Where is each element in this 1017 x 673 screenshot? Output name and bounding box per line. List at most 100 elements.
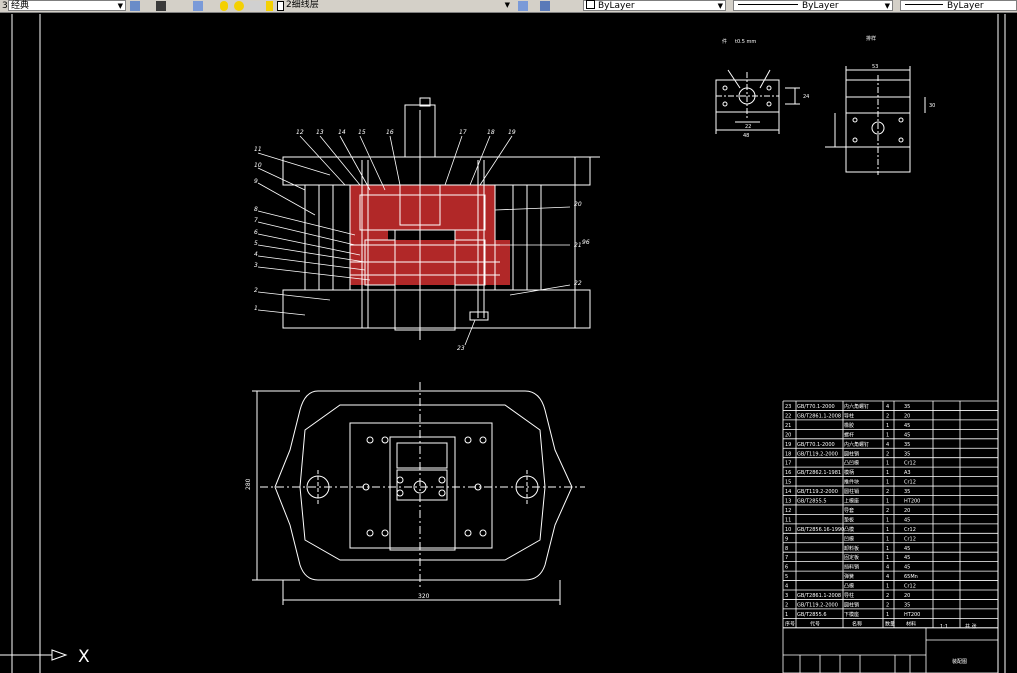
callout-4: 4: [254, 251, 258, 258]
bom-cell-std: GB/T70.1-2000: [797, 404, 835, 410]
make-current-icon[interactable]: [518, 1, 528, 11]
workspace-prefix: 3: [2, 1, 8, 11]
bom-cell-qty: 1: [886, 480, 889, 486]
bom-cell-qty: 2: [886, 602, 889, 608]
bom-header-name: 名称: [852, 620, 862, 627]
bom-cell-no: 14: [785, 489, 791, 495]
bom-cell-std: GB/T2861.1-2008: [797, 593, 841, 599]
lineweight-wrap: ByLayer: [905, 0, 984, 12]
bom-cell-mat: HT200: [904, 612, 920, 618]
bom-cell-qty: 1: [886, 527, 889, 533]
bom-cell-qty: 4: [886, 565, 889, 571]
dim-plan-height: 280: [245, 478, 252, 490]
bom-cell-qty: 2: [886, 593, 889, 599]
bom-header-no: 序号: [785, 620, 795, 627]
bom-cell-qty: 4: [886, 574, 889, 580]
bom-cell-mat: Cr12: [904, 584, 916, 590]
bom-cell-std: GB/T119.2-2000: [797, 602, 838, 608]
bom-cell-qty: 1: [886, 499, 889, 505]
layer-dropdown[interactable]: 2细线层 ▼: [284, 0, 512, 11]
bom-cell-no: 16: [785, 470, 791, 476]
bom-cell-name: 弹簧: [844, 573, 854, 580]
bom-cell-qty: 4: [886, 442, 889, 448]
bom-cell-std: GB/T2861.1-2008: [797, 413, 841, 419]
ucs-x-label: X: [78, 647, 90, 667]
bom-header-std: 代号: [810, 620, 820, 627]
bom-cell-name: 圆柱销: [844, 601, 859, 608]
bom-cell-qty: 2: [886, 489, 889, 495]
bom-cell-no: 5: [785, 574, 788, 580]
blank-layout: [825, 66, 926, 175]
bom-cell-no: 22: [785, 413, 791, 419]
bom-cell-qty: 1: [886, 612, 889, 618]
bom-cell-name: 内六角螺钉: [844, 441, 869, 448]
layer-previous-icon[interactable]: [540, 1, 550, 11]
bom-cell-qty: 1: [886, 423, 889, 429]
callout-3: 3: [254, 262, 258, 269]
bom-cell-mat: 35: [904, 404, 910, 410]
bom-cell-name: 导柱: [844, 412, 854, 419]
callout-14: 14: [338, 129, 346, 136]
bom-cell-no: 3: [785, 593, 788, 599]
bom-cell-no: 18: [785, 451, 791, 457]
bom-cell-no: 19: [785, 442, 791, 448]
bom-cell-name: 凸模: [844, 583, 854, 590]
bom-cell-name: 导套: [844, 507, 854, 514]
bom-header-qty: 数量: [885, 620, 895, 627]
workspace-dropdown[interactable]: 经典 ▼: [8, 0, 126, 11]
layer-manager-icon[interactable]: [193, 1, 203, 11]
chevron-down-icon: ▼: [717, 2, 723, 10]
title-scale: 1:1: [940, 624, 948, 630]
lock-open-icon[interactable]: [266, 1, 273, 11]
bom-cell-no: 15: [785, 480, 791, 486]
callout-8: 8: [254, 206, 258, 213]
lineweight-value: ByLayer: [947, 1, 984, 11]
bom-cell-no: 17: [785, 461, 791, 467]
callout-23: 23: [457, 345, 465, 352]
bom-cell-mat: 45: [904, 555, 910, 561]
bom-cell-qty: 4: [886, 404, 889, 410]
dim-blank-w: 53: [872, 64, 878, 70]
chevron-down-icon: ▼: [117, 2, 123, 10]
bom-cell-no: 20: [785, 432, 791, 438]
dim-part-w: 48: [743, 133, 749, 139]
bom-table: 23 GB/T70.1-2000 内六角螺钉 4 3522 GB/T2861.1-2008…: [782, 400, 999, 673]
linetype-wrap: ByLayer: [738, 0, 839, 12]
sun-freeze-icon[interactable]: [234, 1, 244, 11]
bom-cell-std: GB/T70.1-2000: [797, 442, 835, 448]
dim-part-h: 24: [803, 94, 809, 100]
bom-cell-no: 10: [785, 527, 791, 533]
bom-cell-std: GB/T119.2-2000: [797, 451, 838, 457]
color-swatch: [586, 0, 595, 9]
callout-7: 7: [254, 217, 258, 224]
callout-17: 17: [459, 129, 467, 136]
bom-cell-mat: 35: [904, 442, 910, 448]
bom-cell-qty: 2: [886, 451, 889, 457]
linetype-dropdown[interactable]: ByLayer ▼: [733, 0, 893, 11]
linetype-preview: [738, 4, 798, 5]
callout-11: 11: [254, 146, 262, 153]
bom-header-mat: 材料: [906, 620, 916, 627]
bom-cell-mat: 35: [904, 602, 910, 608]
bom-cell-mat: 35: [904, 451, 910, 457]
bom-cell-qty: 2: [886, 508, 889, 514]
drawing-canvas[interactable]: X 12 13 14 15 16 17 18 19 11 10 9 8 7 6 …: [0, 13, 1017, 673]
bom-cell-mat: Cr12: [904, 461, 916, 467]
bom-cell-no: 7: [785, 555, 788, 561]
callout-9: 9: [254, 178, 258, 185]
bom-cell-mat: Cr12: [904, 527, 916, 533]
bom-cell-no: 12: [785, 508, 791, 514]
bom-cell-name: 圆柱销: [844, 488, 859, 495]
bom-cell-mat: 45: [904, 546, 910, 552]
bom-cell-std: GB/T2855.5: [797, 499, 827, 505]
lineweight-dropdown[interactable]: ByLayer: [900, 0, 1017, 11]
workspace-settings-icon[interactable]: [130, 1, 140, 11]
callout-22: 22: [574, 280, 582, 287]
bom-cell-name: 内六角螺钉: [844, 403, 869, 410]
color-dropdown[interactable]: ByLayer ▼: [583, 0, 726, 11]
lock-icon[interactable]: [250, 1, 260, 11]
lightbulb-icon[interactable]: [220, 1, 228, 11]
bom-cell-qty: 2: [886, 413, 889, 419]
section-view: 12 13 14 15 16 17 18 19 11 10 9 8 7 6 5 …: [254, 97, 600, 352]
save-workspace-icon[interactable]: [156, 1, 166, 11]
